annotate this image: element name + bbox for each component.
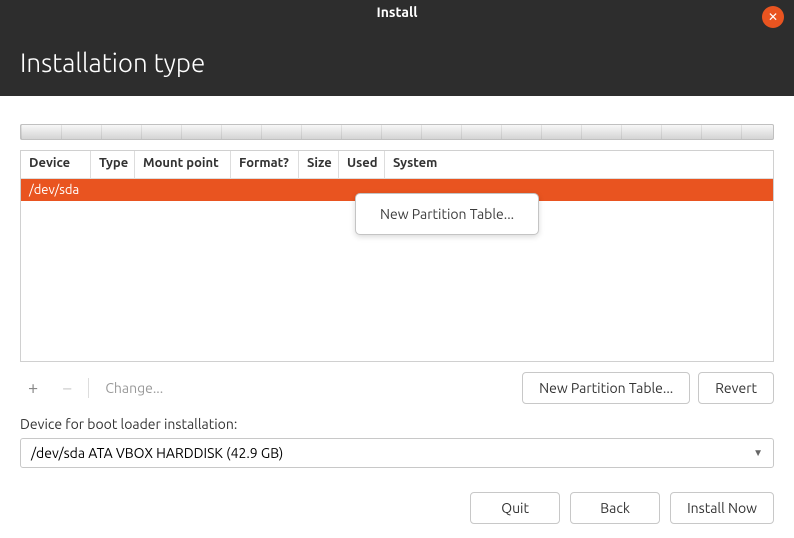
- titlebar: Install ✕ Installation type: [0, 0, 794, 96]
- bootloader-value: /dev/sda ATA VBOX HARDDISK (42.9 GB): [31, 445, 753, 461]
- col-mount[interactable]: Mount point: [135, 151, 231, 178]
- bootloader-dropdown[interactable]: /dev/sda ATA VBOX HARDDISK (42.9 GB) ▼: [20, 438, 774, 468]
- table-header: Device Type Mount point Format? Size Use…: [21, 151, 773, 179]
- col-type[interactable]: Type: [91, 151, 135, 178]
- back-button[interactable]: Back: [570, 492, 660, 524]
- col-format[interactable]: Format?: [231, 151, 299, 178]
- disk-usage-bar: [20, 124, 774, 140]
- partition-table: Device Type Mount point Format? Size Use…: [20, 150, 774, 362]
- remove-button[interactable]: −: [54, 374, 80, 402]
- menu-new-partition-table[interactable]: New Partition Table...: [356, 198, 538, 230]
- bootloader-label: Device for boot loader installation:: [20, 416, 774, 432]
- separator: [88, 378, 89, 398]
- revert-button[interactable]: Revert: [698, 372, 774, 404]
- new-partition-table-button[interactable]: New Partition Table...: [522, 372, 690, 404]
- col-size[interactable]: Size: [299, 151, 339, 178]
- install-now-button[interactable]: Install Now: [670, 492, 774, 524]
- close-button[interactable]: ✕: [762, 6, 784, 28]
- col-system[interactable]: System: [385, 151, 773, 178]
- change-button[interactable]: Change...: [97, 380, 171, 396]
- col-device[interactable]: Device: [21, 151, 91, 178]
- row-device-value: /dev/sda: [29, 183, 79, 197]
- toolbar: + − Change... New Partition Table... Rev…: [20, 372, 774, 404]
- quit-button[interactable]: Quit: [470, 492, 560, 524]
- content: Device Type Mount point Format? Size Use…: [0, 124, 794, 468]
- page-heading: Installation type: [0, 20, 794, 77]
- window-title: Install: [0, 0, 794, 20]
- col-used[interactable]: Used: [339, 151, 385, 178]
- close-icon: ✕: [768, 10, 778, 24]
- chevron-down-icon: ▼: [753, 447, 763, 459]
- context-menu: New Partition Table...: [355, 193, 539, 235]
- minus-icon: −: [62, 378, 72, 398]
- plus-icon: +: [28, 378, 38, 398]
- add-button[interactable]: +: [20, 374, 46, 402]
- footer: Quit Back Install Now: [0, 492, 794, 524]
